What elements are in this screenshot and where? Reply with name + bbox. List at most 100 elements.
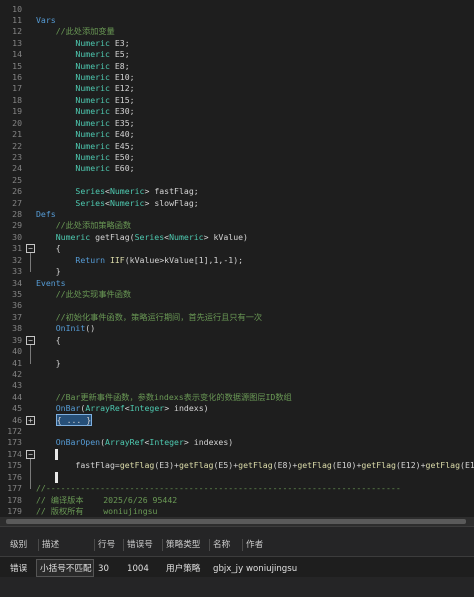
code-line[interactable]: 179 // 版权所有 woniujingsu xyxy=(0,506,474,517)
code-text[interactable]: //此处添加变量 xyxy=(36,26,115,37)
code-line[interactable]: 12 //此处添加变量 xyxy=(0,26,474,37)
code-line[interactable]: 24 Numeric E60; xyxy=(0,163,474,174)
collapse-fold-icon[interactable]: − xyxy=(26,335,35,345)
code-text[interactable]: OnInit() xyxy=(36,323,95,334)
code-text[interactable]: fastFlag=getFlag(E3)+getFlag(E5)+getFlag… xyxy=(36,460,474,471)
code-text[interactable]: Numeric E5; xyxy=(36,49,129,60)
code-text[interactable]: Numeric E35; xyxy=(36,118,134,129)
code-line[interactable]: 19 Numeric E30; xyxy=(0,106,474,117)
code-line[interactable]: 13 Numeric E3; xyxy=(0,38,474,49)
code-text[interactable]: { xyxy=(36,243,61,254)
code-text[interactable]: Numeric E50; xyxy=(36,152,134,163)
code-line[interactable]: 31− { xyxy=(0,243,474,254)
code-line[interactable]: 34 Events xyxy=(0,278,474,289)
code-line[interactable]: 29 //此处添加策略函数 xyxy=(0,220,474,231)
code-token: (E10)+ xyxy=(331,460,362,471)
code-line[interactable]: 22 Numeric E45; xyxy=(0,141,474,152)
code-token: Numeric xyxy=(36,49,115,60)
code-line[interactable]: 23 Numeric E50; xyxy=(0,152,474,163)
code-text[interactable]: // 版权所有 woniujingsu xyxy=(36,506,157,517)
line-number: 176 xyxy=(7,471,22,482)
code-line[interactable]: 43 xyxy=(0,380,474,391)
column-header-description[interactable]: 描述 xyxy=(37,537,59,553)
code-text[interactable]: //Bar更新事件函数，参数indexs表示变化的数据源图层ID数组 xyxy=(36,392,292,403)
code-line[interactable]: 20 Numeric E35; xyxy=(0,118,474,129)
code-line[interactable]: 30 Numeric getFlag(Series<Numeric> kValu… xyxy=(0,232,474,243)
code-line[interactable]: 16 Numeric E10; xyxy=(0,72,474,83)
code-line[interactable]: 38 OnInit() xyxy=(0,323,474,334)
collapse-fold-icon[interactable]: − xyxy=(26,244,35,254)
collapse-fold-icon[interactable]: − xyxy=(26,449,35,459)
code-text[interactable]: Series<Numeric> fastFlag; xyxy=(36,186,198,197)
code-text[interactable]: { xyxy=(36,335,61,346)
code-text[interactable]: Numeric E8; xyxy=(36,61,129,72)
code-text[interactable]: Numeric getFlag(Series<Numeric> kValue) xyxy=(36,232,248,243)
code-line[interactable]: 175 fastFlag=getFlag(E3)+getFlag(E5)+get… xyxy=(0,460,474,471)
code-line[interactable]: 26 Series<Numeric> fastFlag; xyxy=(0,186,474,197)
horizontal-scrollbar[interactable] xyxy=(0,517,474,526)
code-line[interactable]: 21 Numeric E40; xyxy=(0,129,474,140)
code-text[interactable]: Defs xyxy=(36,209,56,220)
code-text[interactable]: Numeric E15; xyxy=(36,95,134,106)
code-line[interactable]: 25 xyxy=(0,175,474,186)
code-text[interactable]: } xyxy=(36,266,61,277)
collapsed-block[interactable]: { ... } xyxy=(55,413,93,426)
code-line[interactable]: 41 } xyxy=(0,358,474,369)
column-header-name[interactable]: 名称 xyxy=(208,537,230,553)
code-text[interactable]: // 编译版本 2025/6/26 95442 xyxy=(36,495,177,506)
code-line[interactable]: 18 Numeric E15; xyxy=(0,95,474,106)
code-line[interactable]: 42 xyxy=(0,369,474,380)
code-text[interactable]: Numeric E3; xyxy=(36,38,129,49)
code-text[interactable]: Numeric E10; xyxy=(36,72,134,83)
code-text[interactable]: } xyxy=(36,358,61,369)
code-line[interactable]: 33 } xyxy=(0,266,474,277)
code-line[interactable]: 172 xyxy=(0,426,474,437)
code-line[interactable]: 177 //-----------------------------------… xyxy=(0,483,474,494)
code-line[interactable]: 32 Return IIF(kValue>kValue[1],1,-1); xyxy=(0,255,474,266)
code-line[interactable]: 176 xyxy=(0,471,474,483)
code-line[interactable]: 28 Defs xyxy=(0,209,474,220)
code-line[interactable]: 35 //此处实现事件函数 xyxy=(0,289,474,300)
code-text[interactable]: //此处实现事件函数 xyxy=(36,289,131,300)
column-header-level[interactable]: 级别 xyxy=(10,537,27,553)
code-text[interactable]: Numeric E45; xyxy=(36,141,134,152)
code-line[interactable]: 46 + { ... } xyxy=(0,413,474,426)
code-line[interactable]: 27 Series<Numeric> slowFlag; xyxy=(0,198,474,209)
scrollbar-thumb[interactable] xyxy=(6,519,466,524)
code-text[interactable]: Numeric E40; xyxy=(36,129,134,140)
code-line[interactable]: 174− xyxy=(0,448,474,460)
code-line[interactable]: 44 //Bar更新事件函数，参数indexs表示变化的数据源图层ID数组 xyxy=(0,392,474,403)
code-text[interactable]: Vars xyxy=(36,15,56,26)
code-line[interactable]: 14 Numeric E5; xyxy=(0,49,474,60)
code-text[interactable]: Series<Numeric> slowFlag; xyxy=(36,198,198,209)
code-text[interactable]: OnBarOpen(ArrayRef<Integer> indexes) xyxy=(36,437,234,448)
code-line[interactable]: 11 Vars xyxy=(0,15,474,26)
code-text[interactable]: Numeric E12; xyxy=(36,83,134,94)
code-line[interactable]: 10 xyxy=(0,4,474,15)
code-line[interactable]: 45 OnBar(ArrayRef<Integer> indexs) xyxy=(0,403,474,414)
code-editor[interactable]: 10 11 Vars 12 //此处添加变量 13 Numeric E3; 14 Nume… xyxy=(0,0,474,517)
code-text[interactable]: Return IIF(kValue>kValue[1],1,-1); xyxy=(36,255,243,266)
code-token: (E8)+ xyxy=(272,460,298,471)
code-text[interactable]: //初始化事件函数，策略运行期间，首先运行且只有一次 xyxy=(36,312,262,323)
code-line[interactable]: 15 Numeric E8; xyxy=(0,61,474,72)
column-header-error-code[interactable]: 错误号 xyxy=(123,537,153,553)
code-line[interactable]: 37 //初始化事件函数，策略运行期间，首先运行且只有一次 xyxy=(0,312,474,323)
expand-fold-icon[interactable]: + xyxy=(26,415,35,425)
code-text[interactable]: //--------------------------------------… xyxy=(36,483,401,494)
column-header-line[interactable]: 行号 xyxy=(93,537,115,553)
code-line[interactable]: 36 xyxy=(0,300,474,311)
code-text[interactable]: Numeric E60; xyxy=(36,163,134,174)
code-line[interactable]: 17 Numeric E12; xyxy=(0,83,474,94)
column-header-strategy-type[interactable]: 策略类型 xyxy=(161,537,200,553)
code-line[interactable]: 39− { xyxy=(0,335,474,346)
column-header-author[interactable]: 作者 xyxy=(241,537,263,553)
code-text[interactable]: { ... } xyxy=(36,413,93,426)
code-line[interactable]: 40 xyxy=(0,346,474,357)
code-line[interactable]: 178 // 编译版本 2025/6/26 95442 xyxy=(0,495,474,506)
code-text[interactable]: Numeric E30; xyxy=(36,106,134,117)
code-text[interactable]: OnBar(ArrayRef<Integer> indexs) xyxy=(36,403,209,414)
code-text[interactable]: //此处添加策略函数 xyxy=(36,220,131,231)
code-text[interactable]: Events xyxy=(36,278,66,289)
code-line[interactable]: 173 OnBarOpen(ArrayRef<Integer> indexes) xyxy=(0,437,474,448)
